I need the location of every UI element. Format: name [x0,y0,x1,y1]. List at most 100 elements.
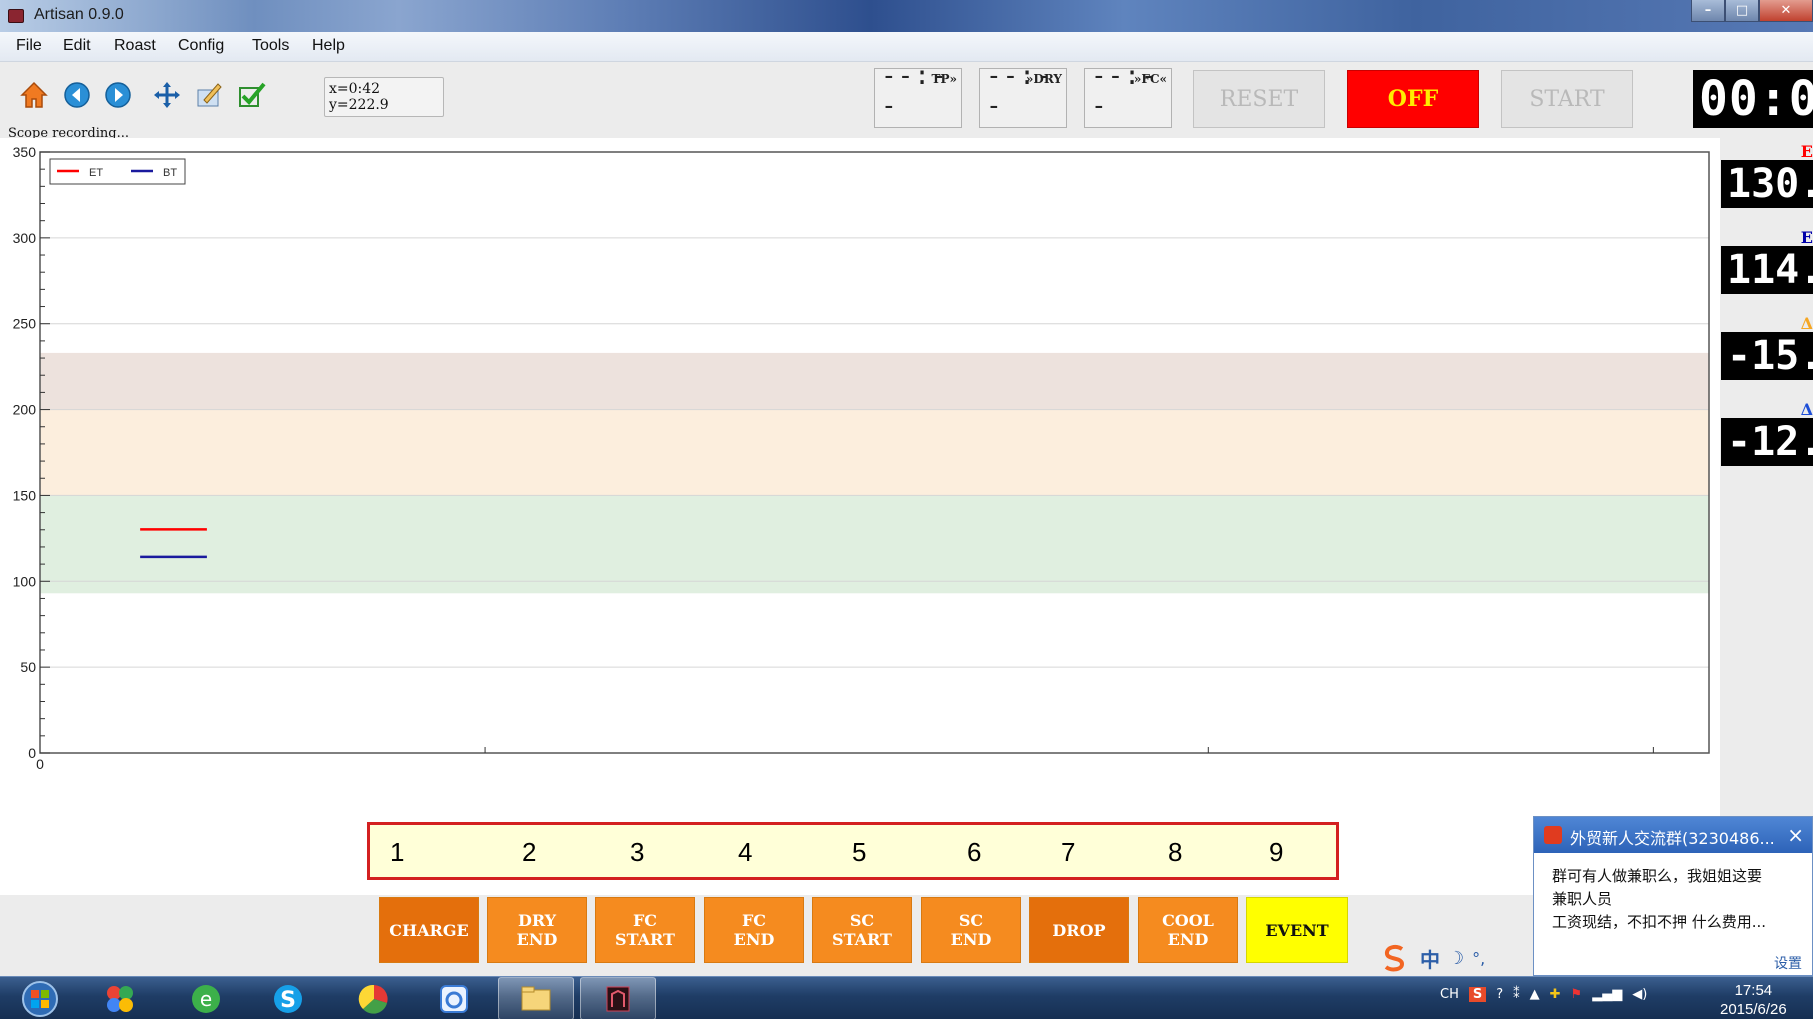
menu-bar: File Edit Roast Config Tools Help [0,32,1813,62]
tray-expand-icon[interactable]: ▲ [1530,987,1540,1002]
taskbar-app-3[interactable]: S [250,977,326,1019]
event-button[interactable]: EVENT [1246,897,1348,963]
qq-header: 外贸新人交流群(3230486... × [1534,817,1812,853]
maximize-button[interactable]: □ [1725,0,1759,22]
y-tick-label: 250 [13,316,37,332]
configure-icon[interactable] [194,80,224,110]
temperature-chart[interactable]: 0 50 100 150 200 250 300 350 0 ET BT [0,138,1720,895]
roast-timer: 00:08 [1693,70,1813,128]
qq-line: 兼职人员 [1552,890,1613,908]
qq-logo-icon [1544,826,1562,844]
y-tick-label: 350 [13,144,37,160]
dry-value: --:-- [986,61,1053,121]
charge-button[interactable]: CHARGE [379,897,479,963]
tray-signal-icon[interactable]: ▂▄▆ [1592,987,1622,1002]
qq-message: 群可有人做兼职么，我姐姐这要 兼职人员 工资现结，不扣不押 什么费用... [1534,853,1812,934]
tray-shield-icon[interactable]: ✚ [1550,987,1561,1002]
back-icon[interactable] [62,80,92,110]
taskbar-app-artisan[interactable] [580,977,656,1019]
title-bar: Artisan 0.9.0 – □ ✕ [0,0,1813,32]
y-tick-label: 200 [13,402,37,418]
sc-start-button[interactable]: SC START [812,897,912,963]
event-value-3[interactable]: 3 [630,837,644,868]
toolbar: x=0:42 y=222.9 TP» --:-- »DRY --:-- »FC«… [0,61,1813,138]
et-readout: 130.2 [1721,160,1813,208]
qq-line: 工资现结，不扣不押 什么费用... [1552,913,1767,931]
qq-notification[interactable]: 外贸新人交流群(3230486... × 群可有人做兼职么，我姐姐这要 兼职人员… [1533,816,1813,976]
event-value-2[interactable]: 2 [522,837,536,868]
tp-lcd: TP» --:-- [874,61,962,128]
system-tray: CH S ? ⁑ ▲ ✚ ⚑ ▂▄▆ ◀) [1440,987,1647,1002]
et-readout-label: E [1800,142,1813,161]
windows-start-icon [22,980,58,1017]
fc-start-button[interactable]: FC START [595,897,695,963]
sogou-icon[interactable] [1378,941,1412,975]
fc-end-button[interactable]: FC END [704,897,804,963]
taskbar-app-2[interactable]: e [168,977,244,1019]
phase-band [40,352,1709,410]
svg-text:S: S [280,988,296,1013]
tp-value: --:-- [881,61,948,121]
close-button[interactable]: ✕ [1759,0,1813,22]
start-button[interactable]: START [1501,70,1633,128]
window-controls: – □ ✕ [1691,0,1813,22]
dry-lcd: »DRY --:-- [979,61,1067,128]
event-value-5[interactable]: 5 [852,837,866,868]
menu-edit[interactable]: Edit [63,37,91,55]
taskbar-app-explorer[interactable] [498,977,574,1019]
tray-volume-icon[interactable]: ◀) [1632,987,1647,1002]
menu-help[interactable]: Help [312,37,345,55]
home-icon[interactable] [19,80,49,110]
taskbar-app-5[interactable] [416,977,492,1019]
qq-settings-link[interactable]: 设置 [1774,953,1802,973]
off-button[interactable]: OFF [1347,70,1479,128]
cool-end-button[interactable]: COOL END [1138,897,1238,963]
clock-time: 17:54 [1734,982,1773,999]
browser-e-icon: e [192,984,220,1013]
tray-network-icon[interactable]: ⁑ [1513,987,1520,1002]
taskbar-app-1[interactable] [82,977,158,1019]
check-icon[interactable] [236,80,266,110]
clock-date: 2015/6/26 [1720,1001,1787,1018]
drop-button[interactable]: DROP [1029,897,1129,963]
sc-end-button[interactable]: SC END [921,897,1021,963]
x-tick-label: 0 [36,756,44,772]
tray-flag-icon[interactable]: ⚑ [1571,987,1583,1002]
event-value-4[interactable]: 4 [738,837,752,868]
tray-help-icon[interactable]: ? [1496,987,1503,1002]
event-value-8[interactable]: 8 [1168,837,1182,868]
ime-mode[interactable]: 中 [1420,944,1440,973]
forward-icon[interactable] [103,80,133,110]
menu-file[interactable]: File [16,37,42,55]
fc-lcd: »FC« --:-- [1084,61,1172,128]
svg-text:e: e [200,987,212,1011]
skype-icon: S [274,984,302,1013]
event-value-1[interactable]: 1 [390,837,404,868]
pan-icon[interactable] [152,80,182,110]
window-title: Artisan 0.9.0 [34,6,124,23]
tray-language[interactable]: CH [1440,987,1459,1002]
menu-roast[interactable]: Roast [114,37,156,55]
qq-close-icon[interactable]: × [1787,823,1804,847]
ime-toolbar: 中 ☽ °, [1370,938,1540,978]
start-orb[interactable] [2,977,78,1019]
menu-config[interactable]: Config [178,37,224,55]
moon-icon[interactable]: ☽ [1448,948,1464,969]
reset-button[interactable]: RESET [1193,70,1325,128]
minimize-button[interactable]: – [1691,0,1725,22]
qq-line: 群可有人做兼职么，我姐姐这要 [1552,867,1763,885]
dry-end-button[interactable]: DRY END [487,897,587,963]
artisan-app-icon [8,9,24,23]
punctuation-icon[interactable]: °, [1472,949,1485,968]
menu-tools[interactable]: Tools [252,37,289,55]
event-value-7[interactable]: 7 [1061,837,1075,868]
cursor-coordinates: x=0:42 y=222.9 [324,77,444,117]
event-value-9[interactable]: 9 [1269,837,1283,868]
taskbar-clock[interactable]: 17:54 2015/6/26 [1720,981,1787,1019]
taskbar-app-4[interactable] [336,977,412,1019]
tray-sogou-icon[interactable]: S [1468,987,1487,1002]
delta-bt-readout: -12.5 [1721,418,1813,466]
artisan-window: Artisan 0.9.0 – □ ✕ File Edit Roast Conf… [0,0,1813,1019]
y-tick-label: 0 [28,745,36,761]
event-value-6[interactable]: 6 [967,837,981,868]
